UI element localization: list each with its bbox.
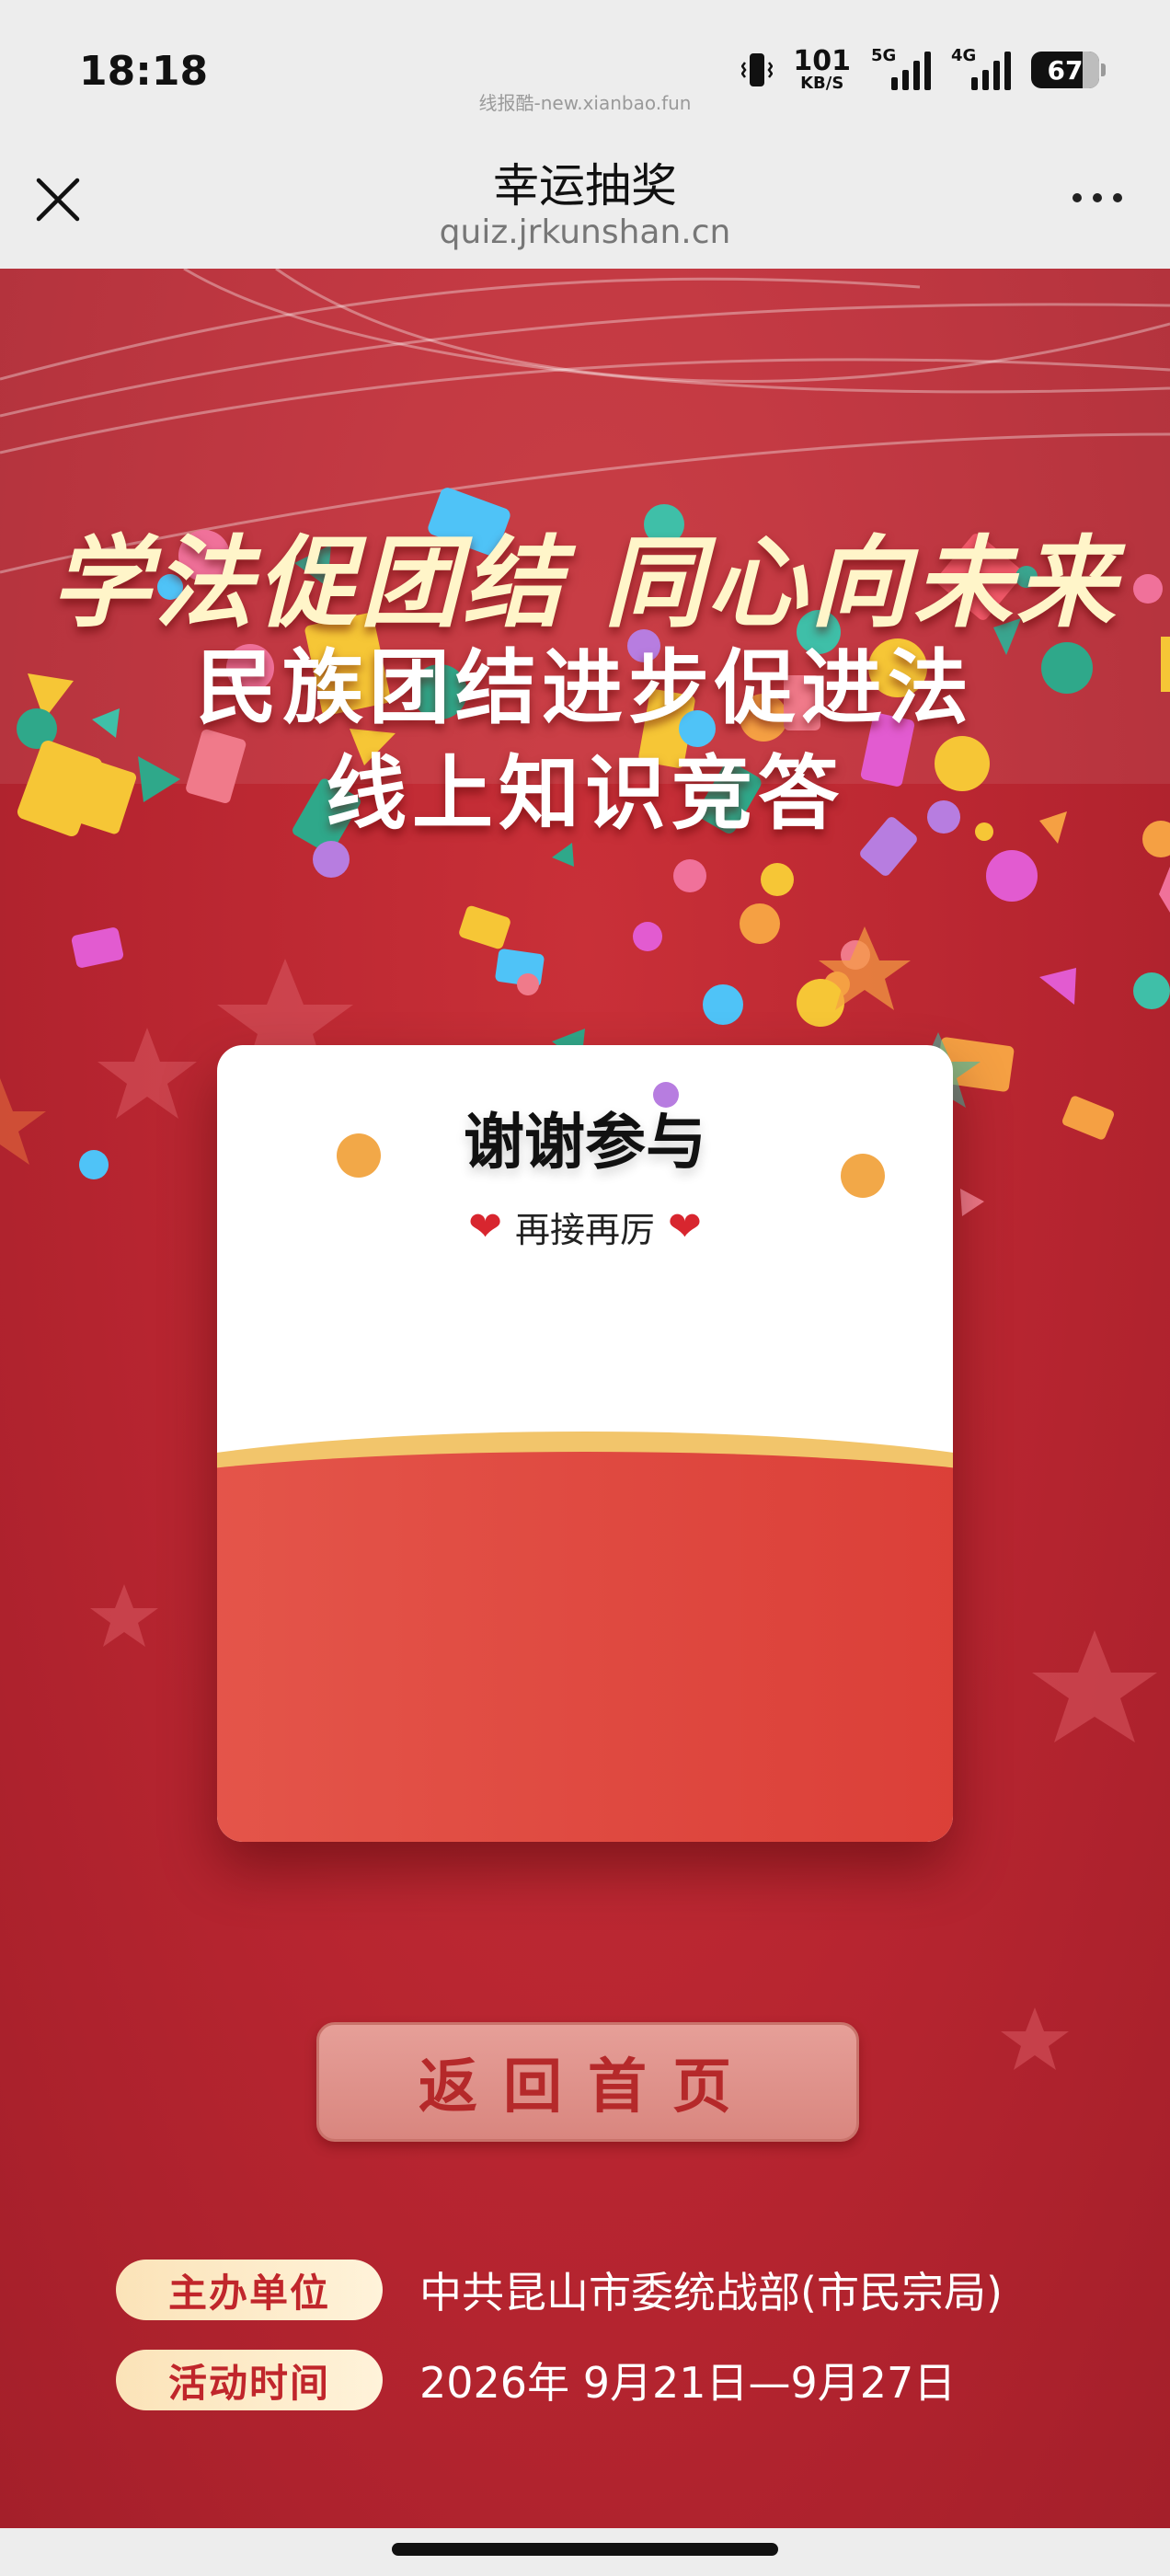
banner-line3: 线上知识竞答 [325,746,844,841]
status-bar: 18:18 线报酷-new.xianbao.fun 101 KB/S 5G 4G… [0,0,1170,138]
status-icons: 101 KB/S 5G 4G 67 [741,46,1106,92]
banner-line2: 民族团结进步促进法 [195,640,974,735]
result-subtitle: 再接再厉 [514,1210,655,1250]
signal-4g-tag: 4G [951,46,977,65]
lottery-page: 学法促团结 同心向未来 民族团结进步促进法 线上知识竞答 谢谢参与 ❤ 再接再厉… [0,269,1170,2528]
heart-icon: ❤ [668,1203,702,1250]
signal-5g-icon: 5G [871,46,931,90]
event-time-value: 2026年 9月21日—9月27日 [419,2358,957,2408]
event-time-label: 活动时间 [116,2350,383,2410]
organizer-label: 主办单位 [116,2260,383,2320]
result-card: 谢谢参与 ❤ 再接再厉 ❤ [217,1045,953,1842]
result-subtitle-row: ❤ 再接再厉 ❤ [217,1202,953,1252]
page-url: quiz.jrkunshan.cn [439,213,731,251]
result-title: 谢谢参与 [464,1107,706,1178]
battery-level: 67 [1047,54,1084,86]
signal-4g-icon: 4G [951,46,1011,90]
network-speed-value: 101 [793,45,851,77]
more-icon[interactable] [1072,193,1122,202]
page-title: 幸运抽奖 [493,159,677,213]
return-home-button[interactable]: 返回首页 [316,2022,859,2142]
nav-bar: 幸运抽奖 quiz.jrkunshan.cn [0,138,1170,269]
home-indicator[interactable] [392,2543,778,2556]
battery-icon: 67 [1031,52,1106,88]
signal-5g-tag: 5G [871,46,897,65]
network-speed-unit: KB/S [800,74,844,93]
organizer-row: 主办单位 中共昆山市委统战部(市民宗局) [116,2260,1003,2320]
home-bar-area [0,2528,1170,2576]
event-time-row: 活动时间 2026年 9月21日—9月27日 [116,2350,956,2410]
vibrate-icon [741,53,774,86]
heart-icon: ❤ [468,1203,502,1250]
organizer-value: 中共昆山市委统战部(市民宗局) [419,2268,1003,2317]
network-speed: 101 KB/S [793,48,851,92]
watermark-text: 线报酷-new.xianbao.fun [478,92,692,114]
